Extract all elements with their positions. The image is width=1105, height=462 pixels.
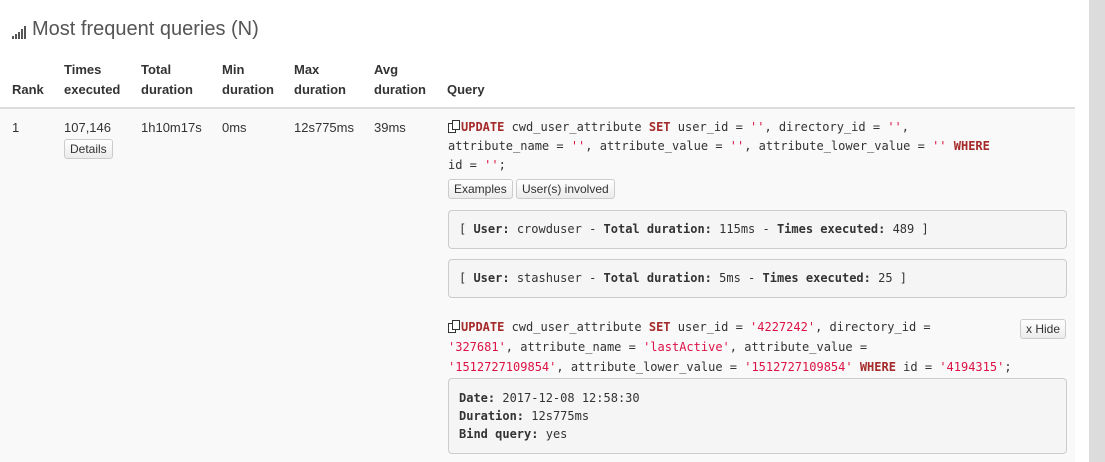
- col-max-duration[interactable]: Max duration: [294, 60, 346, 100]
- page: Most frequent queries (N) Rank Times exe…: [0, 0, 1089, 462]
- bar-chart-icon: [12, 25, 27, 39]
- example-query-line-1: UPDATE cwd_user_attribute SET user_id = …: [448, 318, 931, 337]
- example-query-line-2: '327681', attribute_name = 'lastActive',…: [448, 340, 868, 354]
- page-title-text: Most frequent queries (N): [32, 17, 259, 40]
- query-line-1: UPDATE cwd_user_attribute SET user_id = …: [448, 118, 909, 137]
- user-summary-box: [ User: stashuser - Total duration: 5ms …: [448, 259, 1067, 298]
- cell-rank: 1: [12, 120, 20, 135]
- col-total-duration[interactable]: Total duration: [141, 60, 193, 100]
- details-button[interactable]: Details: [64, 139, 113, 159]
- copy-icon[interactable]: [448, 320, 460, 333]
- col-rank[interactable]: Rank: [12, 80, 44, 100]
- copy-icon[interactable]: [448, 120, 460, 133]
- col-avg-duration[interactable]: Avg duration: [374, 60, 426, 100]
- cell-avg-duration: 39ms: [374, 120, 406, 135]
- col-query[interactable]: Query: [447, 80, 485, 100]
- cell-min-duration: 0ms: [222, 120, 247, 135]
- examples-button[interactable]: Examples: [448, 179, 513, 199]
- query-line-3: id = '';: [448, 158, 506, 172]
- users-involved-button[interactable]: User(s) involved: [516, 179, 615, 199]
- page-title: Most frequent queries (N): [12, 16, 259, 42]
- cell-total-duration: 1h10m17s: [141, 120, 202, 135]
- scrollbar[interactable]: [1089, 0, 1105, 462]
- user-summary-box: [ User: crowduser - Total duration: 115m…: [448, 210, 1067, 249]
- col-min-duration[interactable]: Min duration: [222, 60, 274, 100]
- example-query-line-3: '1512727109854', attribute_lower_value =…: [448, 360, 1012, 374]
- query-line-2: attribute_name = '', attribute_value = '…: [448, 139, 990, 153]
- cell-times-executed: 107,146: [64, 120, 111, 135]
- example-details-box: Date: 2017-12-08 12:58:30 Duration: 12s7…: [448, 378, 1067, 454]
- cell-max-duration: 12s775ms: [294, 120, 354, 135]
- hide-button[interactable]: x Hide: [1020, 319, 1067, 339]
- col-times-executed[interactable]: Times executed: [64, 60, 120, 100]
